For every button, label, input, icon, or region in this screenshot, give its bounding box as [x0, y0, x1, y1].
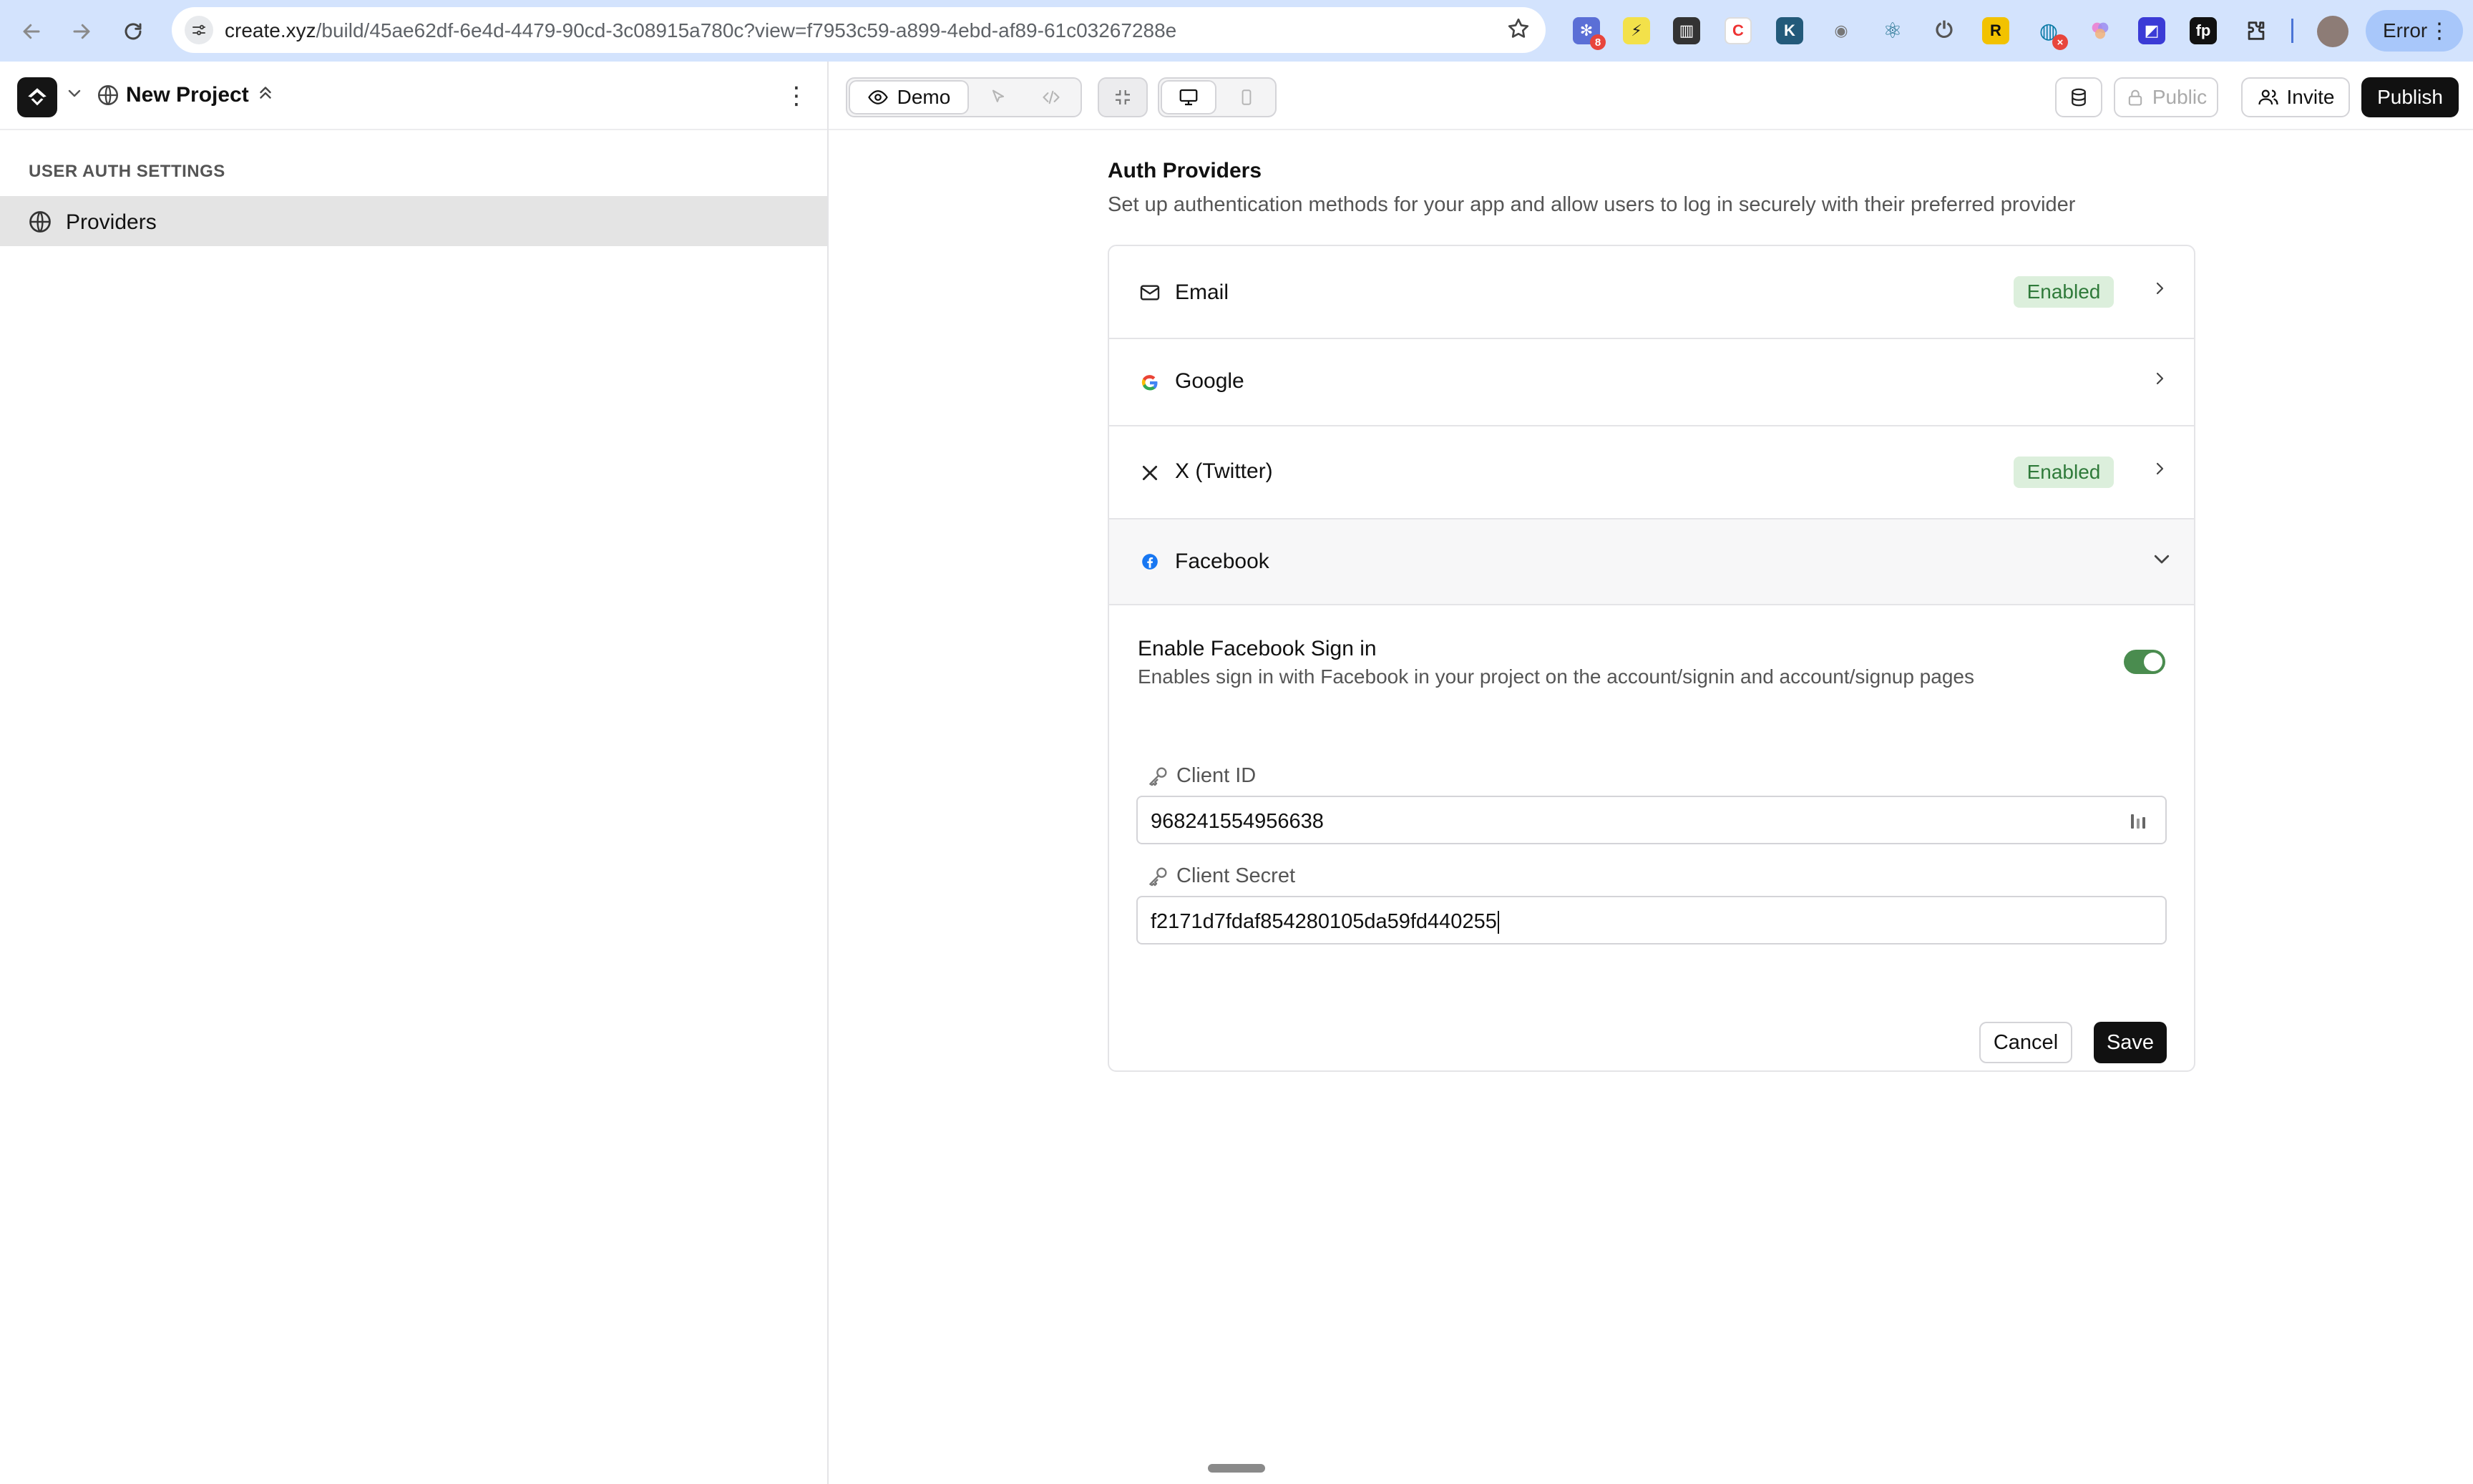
client-id-label-text: Client ID — [1176, 764, 1257, 787]
client-id-input[interactable]: 968241554956638 — [1136, 796, 2167, 844]
chevron-down-icon — [2151, 548, 2172, 575]
project-header: New Project ⋮ — [0, 62, 827, 130]
globe-icon — [27, 209, 53, 235]
profile-avatar[interactable] — [2317, 16, 2348, 47]
sidebar-item-label: Providers — [66, 210, 157, 234]
status-badge: Enabled — [2014, 276, 2114, 308]
extensions-puzzle-icon[interactable] — [2243, 17, 2270, 44]
public-button[interactable]: Public — [2114, 77, 2218, 117]
bookmark-star-icon[interactable] — [1506, 16, 1531, 48]
scroll-handle[interactable] — [1208, 1464, 1265, 1473]
browser-menu-icon[interactable]: ⋮ — [2429, 19, 2450, 44]
chevron-right-icon — [2151, 368, 2168, 395]
demo-label: Demo — [897, 86, 951, 108]
browser-toolbar: create.xyz/build/45ae62df-6e4d-4479-90cd… — [0, 0, 2473, 62]
extension-globe-error-icon[interactable]: ◍ × — [2035, 17, 2068, 50]
toolbar-separator — [2291, 19, 2293, 43]
client-secret-value-wrap: f2171d7fdaf854280105da59fd440255 — [1151, 910, 1499, 934]
extension-square-icon[interactable]: ◩ — [2138, 17, 2165, 44]
x-icon — [1138, 461, 1162, 485]
google-icon — [1138, 371, 1162, 395]
extension-badge-count: 8 — [1590, 34, 1606, 50]
provider-name: X (Twitter) — [1175, 459, 1273, 483]
password-manager-icon[interactable] — [2130, 811, 2147, 831]
extension-r-icon[interactable]: R — [1982, 17, 2009, 44]
client-id-value: 968241554956638 — [1151, 810, 1324, 833]
chevron-right-icon — [2151, 278, 2168, 305]
device-switcher — [1158, 77, 1277, 117]
extension-c-icon[interactable]: C — [1725, 17, 1752, 44]
project-name[interactable]: New Project — [126, 83, 249, 107]
profile-error-button[interactable]: Error ⋮ — [2366, 10, 2463, 52]
provider-row-google[interactable]: Google — [1109, 339, 2194, 426]
enable-facebook-title: Enable Facebook Sign in — [1138, 637, 1377, 660]
mail-icon — [1138, 280, 1162, 305]
page-subtitle: Set up authentication methods for your a… — [1108, 193, 2076, 216]
extension-flower-icon[interactable] — [2087, 17, 2114, 44]
sidebar-section-title: USER AUTH SETTINGS — [29, 162, 225, 181]
provider-row-facebook[interactable]: Facebook — [1109, 519, 2194, 605]
text-caret — [1497, 911, 1499, 934]
client-secret-label-text: Client Secret — [1176, 864, 1296, 887]
client-secret-label: Client Secret — [1146, 864, 1295, 888]
extension-bolt-icon[interactable]: ⚡ — [1623, 17, 1650, 44]
invite-label: Invite — [2286, 86, 2335, 108]
settings-sidebar: New Project ⋮ USER AUTH SETTINGS Provide… — [0, 62, 829, 1484]
extension-fp-icon[interactable]: fp — [2190, 17, 2217, 44]
enable-facebook-toggle[interactable] — [2124, 650, 2165, 674]
client-secret-input[interactable]: f2171d7fdaf854280105da59fd440255 — [1136, 896, 2167, 944]
extension-puzzle-badge-icon[interactable]: ✻ 8 — [1573, 17, 1606, 50]
url-text: create.xyz/build/45ae62df-6e4d-4479-90cd… — [225, 19, 1177, 42]
extension-power-icon[interactable]: ⏻ — [1931, 17, 1958, 44]
demo-mode-button[interactable]: Demo — [850, 82, 967, 113]
select-pointer-icon[interactable] — [975, 82, 1022, 113]
status-badge: Enabled — [2014, 457, 2114, 488]
extension-error-badge: × — [2052, 34, 2068, 50]
project-globe-icon — [96, 83, 120, 107]
mode-switcher: Demo — [846, 77, 1082, 117]
sidebar-item-providers[interactable]: Providers — [0, 196, 827, 246]
desktop-view-icon[interactable] — [1162, 82, 1215, 113]
app-logo[interactable] — [17, 77, 57, 117]
cancel-button[interactable]: Cancel — [1979, 1022, 2072, 1063]
collapse-view-icon[interactable] — [1098, 77, 1148, 117]
provider-name: Facebook — [1175, 550, 1269, 573]
code-view-icon[interactable] — [1028, 82, 1075, 113]
invite-button[interactable]: Invite — [2241, 77, 2350, 117]
facebook-icon — [1138, 550, 1162, 574]
database-icon[interactable] — [2055, 77, 2102, 117]
save-button[interactable]: Save — [2094, 1022, 2167, 1063]
collapse-chevrons-icon[interactable] — [256, 82, 275, 108]
site-settings-icon[interactable] — [185, 16, 213, 44]
providers-card: Email Enabled Google X (Twitter) Enabled — [1108, 245, 2195, 1072]
extension-camera-icon[interactable]: ◉ — [1828, 17, 1855, 44]
provider-row-email[interactable]: Email Enabled — [1109, 246, 2194, 339]
public-label: Public — [2152, 86, 2208, 108]
mobile-view-icon[interactable] — [1221, 82, 1272, 113]
address-bar[interactable]: create.xyz/build/45ae62df-6e4d-4479-90cd… — [172, 7, 1546, 53]
client-secret-value: f2171d7fdaf854280105da59fd440255 — [1151, 910, 1497, 933]
key-icon — [1149, 766, 1167, 786]
provider-name: Email — [1175, 280, 1229, 304]
extension-k-icon[interactable]: K — [1776, 17, 1803, 44]
more-options-icon[interactable]: ⋮ — [784, 82, 809, 110]
forward-arrow-icon[interactable] — [66, 16, 97, 47]
extension-react-icon[interactable]: ⚛ — [1879, 17, 1906, 44]
profile-error-label: Error — [2383, 19, 2428, 42]
publish-button[interactable]: Publish — [2361, 77, 2459, 117]
logo-chevron-down-icon[interactable] — [66, 84, 83, 107]
key-icon — [1149, 867, 1167, 886]
toggle-knob — [2144, 653, 2162, 671]
facebook-settings: Enable Facebook Sign in Enables sign in … — [1109, 605, 2194, 1070]
back-arrow-icon[interactable] — [16, 16, 47, 47]
client-id-label: Client ID — [1146, 764, 1256, 788]
provider-name: Google — [1175, 369, 1244, 393]
editor-toolbar: Demo Public Invite Publish — [829, 62, 2473, 130]
reload-icon[interactable] — [117, 16, 149, 47]
page-title: Auth Providers — [1108, 159, 1262, 182]
extension-box-icon[interactable]: ▥ — [1673, 17, 1700, 44]
provider-row-x-twitter[interactable]: X (Twitter) Enabled — [1109, 426, 2194, 519]
enable-facebook-description: Enables sign in with Facebook in your pr… — [1138, 665, 1974, 688]
chevron-right-icon — [2151, 458, 2168, 485]
